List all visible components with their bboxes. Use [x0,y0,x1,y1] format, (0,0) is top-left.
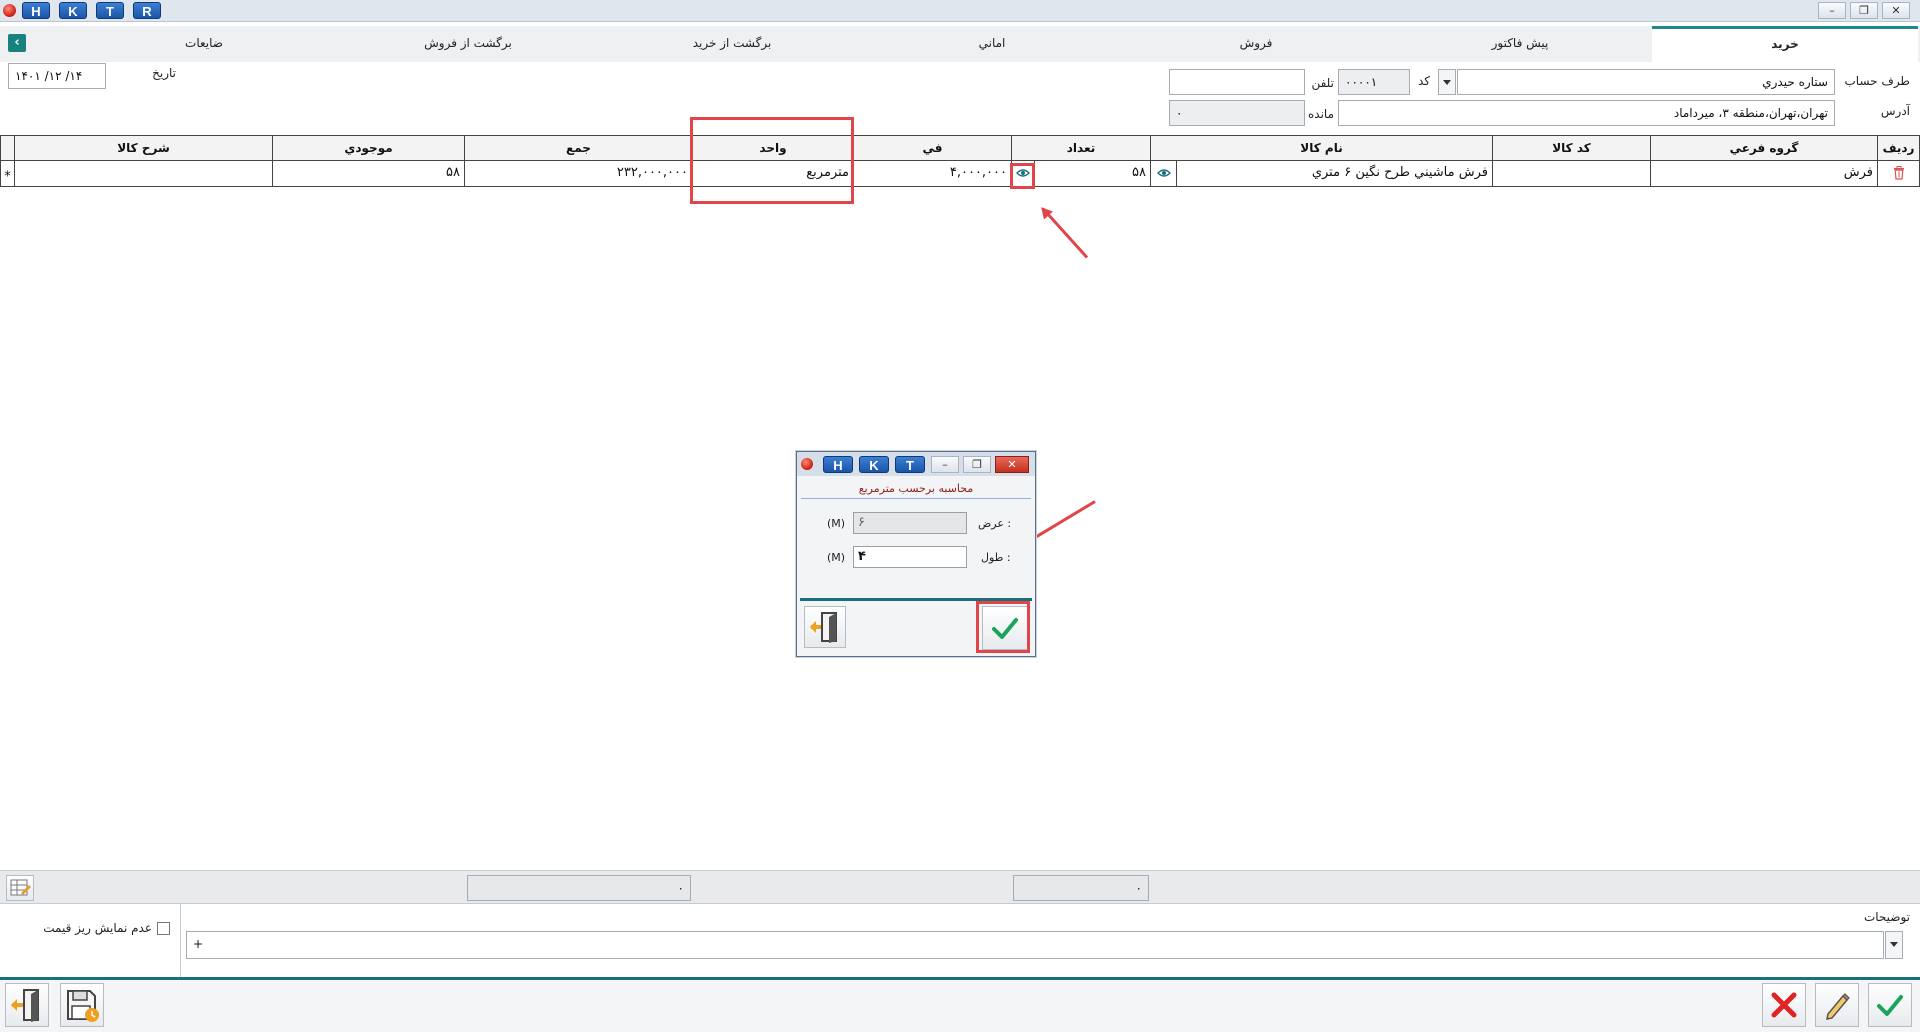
annotation-arrow [1041,207,1089,259]
exit-door-icon [11,989,39,1022]
name-lookup-button[interactable] [1150,161,1176,187]
dialog-exit-button[interactable] [804,606,846,648]
confirm-button[interactable] [1868,983,1912,1027]
cell-total: ۲۳۲,۰۰۰,۰۰۰ [464,161,692,187]
eye-icon [1156,169,1171,177]
dialog-restore-button[interactable]: ❐ [963,456,991,473]
tab-purchase[interactable]: خريد [1652,26,1918,62]
restore-button[interactable]: ❐ [1850,2,1878,19]
dialog-heading: محاسبه برحسب مترمربع [858,482,974,495]
tab-proforma[interactable]: پيش فاكتور [1388,26,1652,62]
new-row-marker: ⁎ [0,161,14,187]
cell-desc[interactable] [14,161,272,187]
notes-field[interactable]: + [186,931,1884,959]
account-field[interactable]: ستاره حيدري [1457,69,1835,95]
address-field[interactable]: تهران،تهران،منطقه ۳، ميرداماد [1338,100,1835,126]
tab-waste[interactable]: ضايعات [72,26,336,62]
r-key-button[interactable]: R [133,2,161,19]
dialog-separator [801,498,1031,499]
unit-highlight-box [690,117,854,204]
title-bar: H K T R – ❐ ✕ [0,0,1920,22]
dialog-app-icon [801,458,813,470]
col-header-code[interactable]: كد كالا [1492,135,1650,161]
dialog-minimize-button[interactable]: – [931,456,959,473]
tab-sale-return[interactable]: برگشت از فروش [336,26,600,62]
width-field[interactable]: ۶ [853,512,967,534]
phone-field[interactable] [1169,69,1305,95]
dialog-k-key-button[interactable]: K [859,456,889,473]
cell-stock: ۵۸ [272,161,464,187]
date-label: تاريخ [152,66,176,80]
notes-dropdown-button[interactable] [1885,931,1903,959]
confirm-highlight-box [976,601,1030,653]
tab-consignment[interactable]: اماني [860,26,1124,62]
invoice-items-grid: رديف گروه فرعي كد كالا نام كالا تعداد في… [0,135,1920,191]
col-header-qty[interactable]: تعداد [1011,135,1150,161]
cell-name[interactable]: فرش ماشيني طرح نگين ۶ متري [1176,161,1492,187]
trash-icon [1893,166,1904,180]
dialog-h-key-button[interactable]: H [823,456,853,473]
qty-button-highlight-box [1010,163,1035,189]
invoice-type-tabs: ‹ خريد پيش فاكتور فروش اماني برگشت از خر… [0,26,1920,62]
dialog-t-key-button[interactable]: T [895,456,925,473]
hide-price-detail-label: عدم نمايش ريز قيمت [43,921,152,935]
length-field[interactable]: ۴ [853,546,967,568]
h-key-button[interactable]: H [22,2,50,19]
tab-scroll-button[interactable]: ‹ [8,34,26,52]
total-qty-sum: ۰ [1013,875,1149,901]
cancel-x-icon [1771,992,1797,1018]
checkmark-icon [1877,995,1903,1016]
delete-row-button[interactable] [1877,161,1920,187]
dialog-title-bar: H K T – ❐ ✕ [797,452,1035,476]
total-stock-sum: ۰ [467,875,691,901]
totals-bar: ۰ ۰ [0,870,1920,904]
pencil-icon [1826,993,1850,1020]
cancel-button[interactable] [1762,983,1806,1027]
col-header-stock[interactable]: موجودي [272,135,464,161]
edit-button[interactable] [1815,983,1859,1027]
save-clock-icon [67,990,99,1022]
save-draft-button[interactable] [60,983,104,1027]
date-field[interactable]: ۱۴۰۱ /۱۲ /۱۴ [8,63,106,89]
code-field[interactable]: ۰۰۰۰۱ [1338,69,1410,95]
balance-field: ۰ [1169,100,1305,126]
col-header-marker [0,135,14,161]
app-icon [3,4,16,17]
col-header-price[interactable]: في [853,135,1011,161]
width-unit-label: (M) [827,517,846,530]
col-header-row[interactable]: رديف [1877,135,1920,161]
dialog-close-button[interactable]: ✕ [995,456,1029,473]
table-edit-icon [10,879,31,896]
length-label: طول : [981,551,1011,564]
col-header-name[interactable]: نام كالا [1150,135,1492,161]
account-dropdown-button[interactable] [1438,69,1456,95]
hide-price-detail-checkbox[interactable] [157,922,170,935]
width-label: عرض : [978,517,1012,530]
minimize-button[interactable]: – [1818,2,1846,19]
col-header-total[interactable]: جمع [464,135,692,161]
col-header-desc[interactable]: شرح كالا [14,135,272,161]
tab-sale[interactable]: فروش [1124,26,1388,62]
cell-price[interactable]: ۴,۰۰۰,۰۰۰ [853,161,1011,187]
tab-purchase-return[interactable]: برگشت از خريد [600,26,864,62]
main-action-bar [0,977,1920,1032]
col-header-group[interactable]: گروه فرعي [1650,135,1877,161]
exit-door-icon [810,612,837,643]
t-key-button[interactable]: T [96,2,124,19]
grid-settings-button[interactable] [6,875,34,901]
cell-qty[interactable]: ۵۸ [1034,161,1150,187]
cell-group[interactable]: فرش [1650,161,1877,187]
notes-label: توضيحات [1863,910,1910,924]
close-button[interactable]: ✕ [1882,2,1910,19]
k-key-button[interactable]: K [59,2,87,19]
exit-button[interactable] [5,983,49,1027]
length-unit-label: (M) [827,551,846,564]
cell-code[interactable] [1492,161,1650,187]
